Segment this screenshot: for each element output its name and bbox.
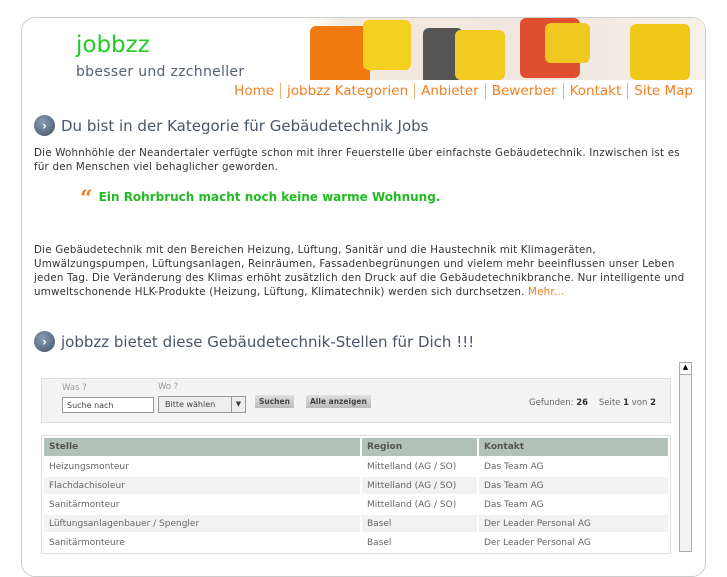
table-row[interactable]: Lüftungsanlagenbauer / Spengler Basel Der … xyxy=(44,515,668,532)
nav-kontakt[interactable]: Kontakt xyxy=(562,83,628,99)
cell-kontakt[interactable]: Der Leader Personal AG xyxy=(479,515,668,532)
body-paragraph: Die Gebäudetechnik mit den Bereichen Hei… xyxy=(34,244,685,298)
region-select-value: Bitte wählen xyxy=(165,400,216,409)
cell-kontakt[interactable]: Das Team AG xyxy=(479,477,668,494)
cell-stelle[interactable]: Sanitärmonteur xyxy=(44,496,360,513)
cell-kontakt[interactable]: Das Team AG xyxy=(479,458,668,475)
scroll-up-icon[interactable]: ▲ xyxy=(680,363,691,375)
table-row[interactable]: Heizungsmonteur Mittelland (AG / SO) Das T… xyxy=(44,458,668,475)
section-heading: › Du bist in der Kategorie für Gebäudete… xyxy=(34,115,429,136)
section-title: jobbzz bietet diese Gebäudetechnik-Stell… xyxy=(61,332,475,351)
main-nav: Home jobbzz Kategorien Anbieter Bewerber… xyxy=(228,83,699,99)
region-select[interactable]: Bitte wählen ▼ xyxy=(158,396,246,413)
table-row[interactable]: Sanitärmonteur Mittelland (AG / SO) Das Te… xyxy=(44,496,668,513)
logo[interactable]: jobbzz xyxy=(76,32,150,58)
of-label: von xyxy=(631,398,648,408)
nav-anbieter[interactable]: Anbieter xyxy=(414,83,485,99)
nav-sitemap[interactable]: Site Map xyxy=(627,83,699,99)
cell-region[interactable]: Basel xyxy=(362,515,477,532)
page-number: 1 xyxy=(623,398,630,408)
more-link[interactable]: Mehr... xyxy=(528,286,564,298)
nav-bewerber[interactable]: Bewerber xyxy=(484,83,563,99)
quote-icon: “ xyxy=(80,186,93,212)
was-label: Was ? xyxy=(62,383,87,393)
header-image xyxy=(305,18,705,80)
cell-stelle[interactable]: Sanitärmonteure xyxy=(44,534,360,551)
table-row[interactable]: Flachdachisoleur Mittelland (AG / SO) Das … xyxy=(44,477,668,494)
cell-region[interactable]: Mittelland (AG / SO) xyxy=(362,458,477,475)
tagline: bbesser und zzchneller xyxy=(76,64,245,80)
cell-region[interactable]: Mittelland (AG / SO) xyxy=(362,496,477,513)
quote: “ Ein Rohrbruch macht noch keine warme W… xyxy=(80,186,441,212)
header-kontakt[interactable]: Kontakt xyxy=(479,438,668,456)
nav-home[interactable]: Home xyxy=(228,83,280,99)
chevron-down-icon: ▼ xyxy=(231,397,245,412)
cell-region[interactable]: Basel xyxy=(362,534,477,551)
search-button[interactable]: Suchen xyxy=(255,395,294,408)
cell-stelle[interactable]: Lüftungsanlagenbauer / Spengler xyxy=(44,515,360,532)
cell-stelle[interactable]: Flachdachisoleur xyxy=(44,477,360,494)
header-stelle[interactable]: Stelle xyxy=(44,438,360,456)
page-label: Seite xyxy=(598,398,621,408)
cell-kontakt[interactable]: Der Leader Personal AG xyxy=(479,534,668,551)
intro-text: Die Wohnhöhle der Neandertaler verfügte … xyxy=(34,147,680,173)
cell-stelle[interactable]: Heizungsmonteur xyxy=(44,458,360,475)
quote-text: Ein Rohrbruch macht noch keine warme Woh… xyxy=(98,190,441,204)
result-count: Gefunden: 26 Seite 1 von 2 xyxy=(529,398,656,408)
section-heading-jobs: › jobbzz bietet diese Gebäudetechnik-Ste… xyxy=(34,331,474,352)
table-row[interactable]: Sanitärmonteure Basel Der Leader Personal … xyxy=(44,534,668,551)
search-input[interactable]: Suche nach xyxy=(62,397,154,413)
page-total: 2 xyxy=(650,398,656,408)
header-region[interactable]: Region xyxy=(362,438,477,456)
body-text: Die Gebäudetechnik mit den Bereichen Hei… xyxy=(34,243,689,299)
search-bar: Was ? Wo ? Suche nach Bitte wählen ▼ Such… xyxy=(41,378,671,423)
show-all-button[interactable]: Alle anzeigen xyxy=(306,395,371,408)
cell-region[interactable]: Mittelland (AG / SO) xyxy=(362,477,477,494)
arrow-icon: › xyxy=(34,115,55,136)
cell-kontakt[interactable]: Das Team AG xyxy=(479,496,668,513)
arrow-icon: › xyxy=(34,331,55,352)
nav-kategorien[interactable]: jobbzz Kategorien xyxy=(280,83,414,99)
found-count: 26 xyxy=(576,398,589,408)
found-label: Gefunden: xyxy=(529,398,574,408)
section-title: Du bist in der Kategorie für Gebäudetech… xyxy=(61,116,429,135)
scrollbar[interactable]: ▲ xyxy=(679,362,692,552)
wo-label: Wo ? xyxy=(158,382,179,392)
jobs-table: Stelle Region Kontakt Heizungsmonteur Mit… xyxy=(41,435,671,554)
